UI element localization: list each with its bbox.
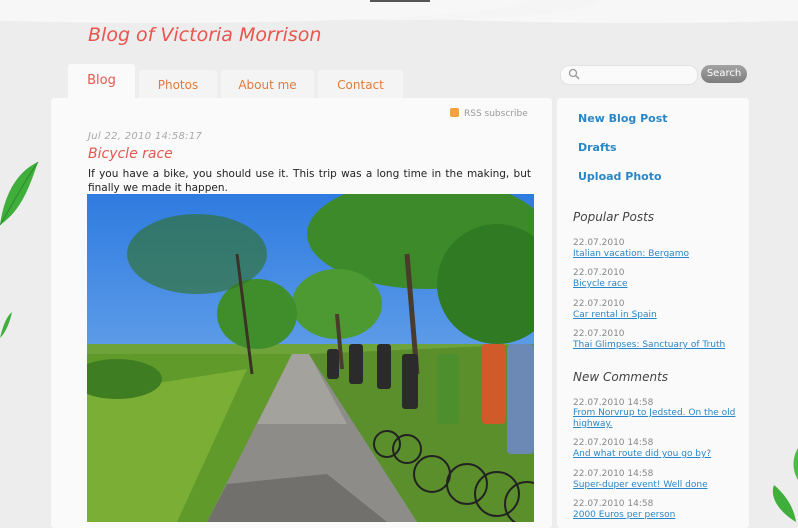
comment-link[interactable]: Super-duper event! Well done (573, 480, 743, 491)
popular-post-link[interactable]: Italian vacation: Bergamo (573, 249, 743, 260)
popular-posts-heading: Popular Posts (573, 210, 655, 224)
search-input[interactable] (560, 65, 698, 85)
tab-blog[interactable]: Blog (68, 64, 135, 100)
popular-post-date: 22.07.2010 (573, 268, 625, 278)
popular-post-link[interactable]: Bicycle race (573, 279, 743, 290)
popular-post-date: 22.07.2010 (573, 238, 625, 248)
popular-post-link[interactable]: Thai Glimpses: Sanctuary of Truth (573, 340, 743, 351)
popular-post-link[interactable]: Car rental in Spain (573, 310, 743, 321)
popular-post-date: 22.07.2010 (573, 299, 625, 309)
leaf-decoration-icon (0, 161, 39, 226)
upload-photo-link[interactable]: Upload Photo (578, 170, 662, 183)
tab-label: Blog (87, 73, 116, 88)
comment-date: 22.07.2010 14:58 (573, 438, 654, 448)
comment-date: 22.07.2010 14:58 (573, 499, 654, 509)
new-comments-heading: New Comments (573, 370, 669, 384)
leaf-decoration-icon (0, 312, 12, 338)
popular-post-date: 22.07.2010 (573, 329, 625, 339)
tab-label: Contact (337, 78, 384, 92)
post-title[interactable]: Bicycle race (88, 146, 173, 162)
comment-link[interactable]: And what route did you go by? (573, 449, 743, 460)
search-button[interactable]: Search (701, 65, 747, 83)
tab-contact[interactable]: Contact (318, 70, 403, 100)
site-title[interactable]: Blog of Victoria Morrison (88, 24, 321, 46)
comment-date: 22.07.2010 14:58 (573, 398, 654, 408)
comment-link[interactable]: From Norvrup to Jedsted. On the old high… (573, 408, 738, 430)
tab-about-me[interactable]: About me (221, 70, 314, 100)
tab-photos[interactable]: Photos (139, 70, 217, 100)
post-text: If you have a bike, you should use it. T… (88, 168, 531, 194)
comment-date: 22.07.2010 14:58 (573, 469, 654, 479)
comment-link[interactable]: 2000 Euros per person (573, 510, 743, 521)
new-blog-post-link[interactable]: New Blog Post (578, 112, 668, 125)
rss-icon (450, 108, 459, 117)
bicycle-race-photo[interactable] (87, 194, 534, 522)
leaf-decoration-icon (772, 448, 798, 522)
search-icon (568, 68, 580, 80)
post-date: Jul 22, 2010 14:58:17 (88, 131, 203, 142)
top-handle (370, 0, 430, 2)
drafts-link[interactable]: Drafts (578, 141, 617, 154)
rss-label: RSS subscribe (464, 109, 528, 119)
rss-subscribe-link[interactable]: RSS subscribe (450, 108, 528, 119)
tab-label: About me (238, 78, 297, 92)
tab-label: Photos (157, 78, 199, 92)
